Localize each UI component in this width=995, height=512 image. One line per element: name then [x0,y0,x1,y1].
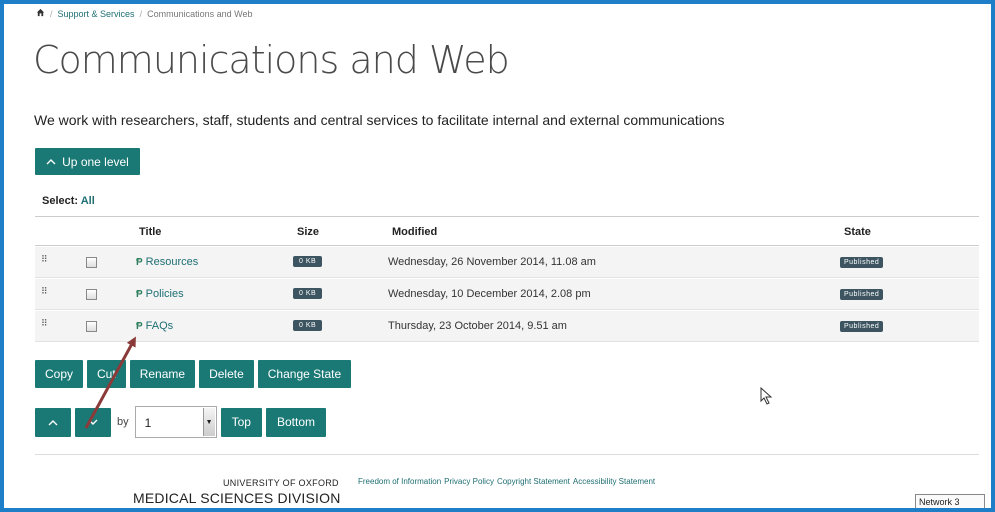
modified-date: Thursday, 23 October 2014, 9.51 am [388,320,567,332]
size-badge: 0 KB [293,320,323,331]
breadcrumb-support-services[interactable]: Support & Services [58,9,135,19]
copyright-link[interactable]: Copyright Statement [497,477,570,486]
network-status: Network 3 [915,494,985,510]
drag-handle-icon[interactable]: ⠿ [41,255,49,267]
page-intro: We work with researchers, staff, student… [34,112,725,128]
chevron-down-icon [88,419,98,425]
chevron-up-icon [46,159,56,165]
table-header: Title Size Modified State [35,216,979,246]
delete-button[interactable]: Delete [199,360,254,388]
action-buttons: Copy Cut Rename Delete Change State [35,360,352,388]
move-by-label: by [117,416,129,428]
drag-handle-icon[interactable]: ⠿ [41,319,49,331]
row-title-link[interactable]: Ᵽ FAQs [136,320,173,332]
state-badge: Published [840,289,884,300]
state-badge: Published [840,257,884,268]
size-badge: 0 KB [293,256,323,267]
mouse-cursor-icon [760,387,773,405]
privacy-policy-link[interactable]: Privacy Policy [444,477,494,486]
footer-links: Freedom of Information Privacy Policy Co… [358,477,655,486]
university-name: UNIVERSITY OF OXFORD [223,478,339,488]
row-title-link[interactable]: Ᵽ Policies [136,288,184,300]
move-by-select[interactable]: 1 ▼ [134,406,217,438]
up-one-level-button[interactable]: Up one level [35,148,140,175]
size-badge: 0 KB [293,288,323,299]
table-row: ⠿ Ᵽ FAQs 0 KB Thursday, 23 October 2014, … [35,311,979,342]
move-controls: by 1 ▼ Top Bottom [35,406,326,438]
move-top-button[interactable]: Top [220,407,262,437]
breadcrumb-separator: / [50,9,53,19]
column-size[interactable]: Size [297,226,319,238]
select-label: Select: [42,195,79,207]
move-bottom-button[interactable]: Bottom [265,407,326,437]
column-state[interactable]: State [844,226,871,238]
state-badge: Published [840,321,884,332]
move-up-button[interactable] [35,407,71,437]
row-checkbox[interactable] [86,321,97,332]
folder-icon: Ᵽ [136,256,143,268]
breadcrumb-separator: / [139,9,143,19]
select-all-link[interactable]: All [81,195,95,207]
move-down-button[interactable] [75,407,111,437]
dropdown-arrow-icon[interactable]: ▼ [202,408,215,436]
accessibility-link[interactable]: Accessibility Statement [573,477,655,486]
home-icon[interactable] [36,8,45,20]
page-title: Communications and Web [33,38,510,82]
select-row: Select: All [42,195,95,207]
modified-date: Wednesday, 10 December 2014, 2.08 pm [388,288,591,300]
modified-date: Wednesday, 26 November 2014, 11.08 am [388,256,596,268]
footer-divider [35,454,979,455]
change-state-button[interactable]: Change State [257,360,352,388]
cut-button[interactable]: Cut [87,360,126,388]
column-title[interactable]: Title [139,226,161,238]
division-name: MEDICAL SCIENCES DIVISION [133,490,341,506]
column-modified[interactable]: Modified [392,226,437,238]
table-row: ⠿ Ᵽ Resources 0 KB Wednesday, 26 November… [35,247,979,278]
row-title-link[interactable]: Ᵽ Resources [136,256,198,268]
folder-icon: Ᵽ [136,288,143,300]
chevron-up-icon [48,419,58,425]
row-checkbox[interactable] [86,289,97,300]
drag-handle-icon[interactable]: ⠿ [41,287,49,299]
folder-icon: Ᵽ [136,320,143,332]
move-by-value: 1 [144,416,152,430]
foi-link[interactable]: Freedom of Information [358,477,441,486]
breadcrumb-current: Communications and Web [147,9,253,19]
up-one-level-label: Up one level [62,154,129,169]
row-checkbox[interactable] [86,257,97,268]
rename-button[interactable]: Rename [129,360,196,388]
table-row: ⠿ Ᵽ Policies 0 KB Wednesday, 10 December … [35,279,979,310]
breadcrumb: / Support & Services / Communications an… [36,8,252,20]
copy-button[interactable]: Copy [35,360,84,388]
